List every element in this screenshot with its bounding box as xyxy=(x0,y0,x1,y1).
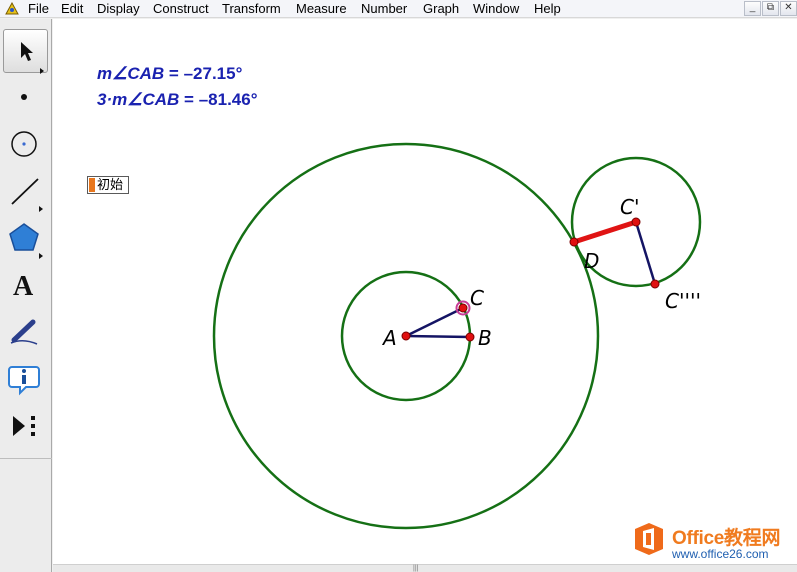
minimize-button[interactable]: _ xyxy=(744,1,761,16)
office26-watermark: Office教程网 www.office26.com xyxy=(630,520,797,564)
point-tool[interactable] xyxy=(3,75,48,119)
point-c-quad-prime[interactable] xyxy=(650,279,660,289)
segment-c-prime-c-quad[interactable] xyxy=(634,221,657,285)
menu-edit[interactable]: Edit xyxy=(61,2,83,16)
menu-construct[interactable]: Construct xyxy=(153,2,209,16)
text-tool[interactable]: A xyxy=(3,263,48,307)
menu-number[interactable]: Number xyxy=(361,2,407,16)
label-a[interactable]: A xyxy=(381,326,397,350)
label-b[interactable]: B xyxy=(478,326,492,350)
segment-d-c-prime[interactable] xyxy=(573,219,637,245)
label-d[interactable]: D xyxy=(584,249,599,273)
point-icon xyxy=(21,94,27,100)
menu-bar: File Edit Display Construct Transform Me… xyxy=(0,0,797,18)
office-logo-icon xyxy=(635,523,663,555)
sketch-canvas[interactable]: m∠CAB = –27.15° 3·m∠CAB = –81.46° 初始 A B… xyxy=(53,19,797,564)
segment-ab[interactable] xyxy=(405,334,471,339)
compass-circle-icon xyxy=(11,131,37,157)
information-tool[interactable] xyxy=(3,357,48,401)
information-icon xyxy=(8,366,40,396)
toolbox: A xyxy=(0,19,52,572)
menu-help[interactable]: Help xyxy=(534,2,561,16)
point-a[interactable] xyxy=(401,331,411,341)
label-c-prime[interactable]: C' xyxy=(620,195,639,219)
marker-tool[interactable] xyxy=(3,310,48,354)
segment-ac[interactable] xyxy=(405,306,464,338)
horizontal-scrollbar[interactable]: ||| xyxy=(53,564,797,572)
watermark-title: Office教程网 xyxy=(672,528,781,549)
arrow-icon xyxy=(21,42,44,74)
scrollbar-grip-icon[interactable]: ||| xyxy=(413,565,418,572)
polygon-tool[interactable] xyxy=(3,216,48,260)
pentagon-icon xyxy=(9,223,43,259)
menu-window[interactable]: Window xyxy=(473,2,519,16)
watermark-url: www.office26.com xyxy=(672,547,769,561)
menu-transform[interactable]: Transform xyxy=(222,2,281,16)
close-button[interactable]: ✕ xyxy=(780,1,797,16)
app-icon[interactable] xyxy=(5,2,19,15)
marker-pen-icon xyxy=(10,319,38,345)
straightedge-tool[interactable] xyxy=(3,169,48,213)
menu-measure[interactable]: Measure xyxy=(296,2,347,16)
point-c[interactable] xyxy=(458,303,468,313)
text-a-icon: A xyxy=(13,271,34,302)
compass-tool[interactable] xyxy=(3,122,48,166)
custom-tool[interactable] xyxy=(3,404,48,448)
arrow-select-tool[interactable] xyxy=(3,29,48,74)
geometry-figure: A B C D C' C'''' xyxy=(212,142,702,530)
label-c-quad-prime[interactable]: C'''' xyxy=(665,289,701,313)
point-b[interactable] xyxy=(465,332,475,342)
point-d[interactable] xyxy=(569,237,579,247)
custom-tool-icon xyxy=(13,416,35,436)
label-c[interactable]: C xyxy=(470,286,484,310)
point-c-prime[interactable] xyxy=(631,217,641,227)
menu-display[interactable]: Display xyxy=(97,2,140,16)
svg-text:A: A xyxy=(13,271,34,302)
menu-graph[interactable]: Graph xyxy=(423,2,459,16)
toolbox-separator xyxy=(0,458,52,459)
menu-file[interactable]: File xyxy=(28,2,49,16)
restore-button[interactable]: ⧉ xyxy=(762,1,779,16)
straightedge-line-icon xyxy=(11,178,43,212)
